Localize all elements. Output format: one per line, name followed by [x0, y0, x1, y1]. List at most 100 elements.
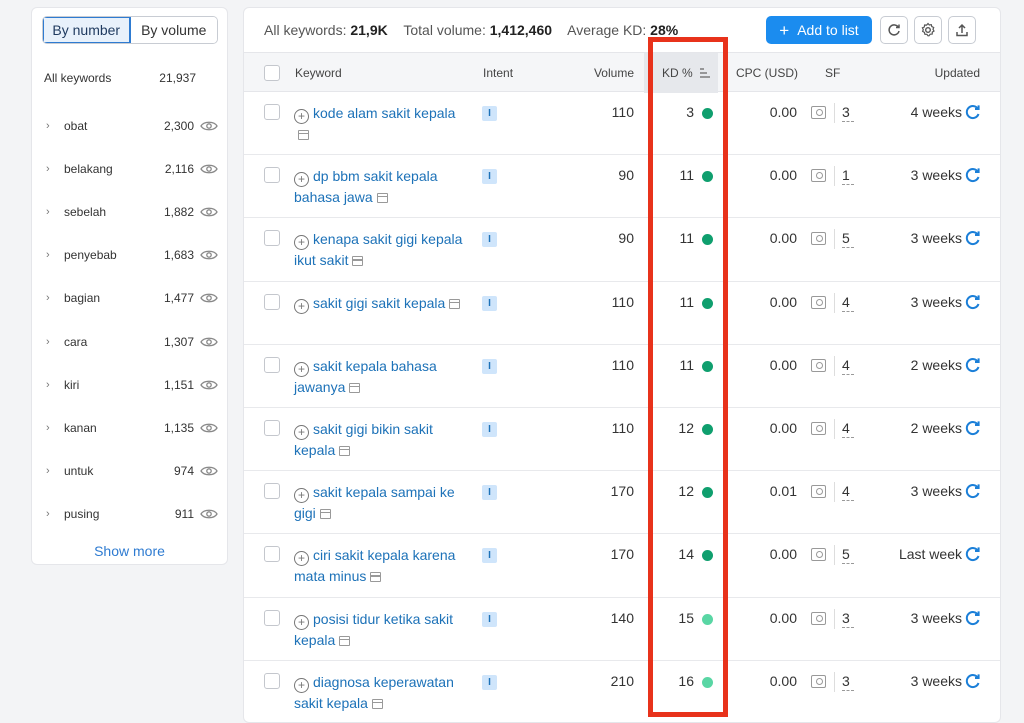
sort-icon[interactable] [699, 68, 711, 78]
keyword-group-item[interactable]: › belakang 2,116 [46, 147, 218, 190]
refresh-icon[interactable] [965, 420, 981, 436]
keyword-link[interactable]: kode alam sakit kepala [313, 105, 455, 121]
row-checkbox[interactable] [264, 419, 280, 436]
all-keywords-header[interactable]: All keywords 21,937 [44, 71, 196, 85]
serp-features-count[interactable]: 3 [842, 104, 854, 122]
keyword-group-item[interactable]: › untuk 974 [46, 450, 218, 493]
chevron-right-icon[interactable]: › [46, 206, 64, 218]
serp-features-count[interactable]: 5 [842, 546, 854, 565]
serp-snapshot-icon[interactable] [319, 509, 331, 520]
refresh-icon[interactable] [965, 230, 981, 246]
keyword-link[interactable]: sakit kepala bahasa jawanya [294, 358, 437, 395]
add-keyword-icon[interactable]: + [294, 677, 309, 693]
row-checkbox[interactable] [264, 546, 280, 563]
serp-snapshot-icon[interactable] [370, 572, 382, 583]
chevron-right-icon[interactable]: › [46, 163, 64, 175]
chevron-right-icon[interactable]: › [46, 336, 64, 348]
serp-features-count[interactable]: 4 [842, 294, 854, 312]
serp-snapshot-icon[interactable] [349, 382, 361, 393]
serp-features-count[interactable]: 1 [842, 167, 854, 186]
chevron-right-icon[interactable]: › [46, 465, 64, 477]
serp-snapshot-icon[interactable] [449, 298, 461, 309]
by-number-button[interactable]: By number [43, 17, 131, 43]
keyword-group-item[interactable]: › kiri 1,151 [46, 363, 218, 406]
serp-features-count[interactable]: 4 [842, 483, 854, 502]
keyword-group-item[interactable]: › kanan 1,135 [46, 406, 218, 449]
refresh-icon[interactable] [965, 546, 981, 562]
serp-features-count[interactable]: 5 [842, 230, 854, 249]
eye-icon[interactable] [200, 120, 218, 132]
refresh-button[interactable] [880, 16, 908, 44]
refresh-icon[interactable] [965, 483, 981, 499]
keyword-link[interactable]: dp bbm sakit kepala bahasa jawa [294, 168, 438, 205]
keyword-group-item[interactable]: › sebelah 1,882 [46, 190, 218, 233]
add-keyword-icon[interactable]: + [294, 424, 309, 440]
chevron-right-icon[interactable]: › [46, 422, 64, 434]
keyword-group-item[interactable]: › obat 2,300 [46, 104, 218, 147]
eye-icon[interactable] [200, 292, 218, 304]
refresh-icon[interactable] [965, 610, 981, 626]
row-checkbox[interactable] [264, 167, 280, 184]
refresh-icon[interactable] [965, 167, 981, 183]
row-checkbox[interactable] [264, 230, 280, 247]
keyword-group-item[interactable]: › bagian 1,477 [46, 277, 218, 320]
refresh-icon[interactable] [965, 357, 981, 373]
eye-icon[interactable] [200, 249, 218, 261]
eye-icon[interactable] [200, 379, 218, 391]
serp-snapshot-icon[interactable] [376, 193, 388, 204]
keyword-group-item[interactable]: › cara 1,307 [46, 320, 218, 363]
row-checkbox[interactable] [264, 483, 280, 500]
add-keyword-icon[interactable]: + [294, 235, 309, 251]
column-header-volume[interactable]: Volume [574, 53, 634, 93]
by-volume-button[interactable]: By volume [130, 17, 217, 43]
serp-snapshot-icon[interactable] [339, 635, 351, 646]
show-more-link[interactable]: Show more [32, 543, 227, 559]
eye-icon[interactable] [200, 422, 218, 434]
keyword-link[interactable]: sakit kepala sampai ke gigi [294, 484, 455, 521]
row-checkbox[interactable] [264, 609, 280, 626]
row-checkbox[interactable] [264, 104, 280, 120]
refresh-icon[interactable] [965, 673, 981, 689]
column-header-intent[interactable]: Intent [483, 53, 513, 93]
add-to-list-button[interactable]: + Add to list [766, 16, 872, 44]
keyword-link[interactable]: posisi tidur ketika sakit kepala [294, 611, 453, 648]
chevron-right-icon[interactable]: › [46, 508, 64, 520]
add-keyword-icon[interactable]: + [294, 109, 309, 124]
add-keyword-icon[interactable]: + [294, 172, 309, 188]
add-keyword-icon[interactable]: + [294, 361, 309, 377]
column-header-keyword[interactable]: Keyword [295, 53, 342, 93]
select-all-checkbox[interactable] [264, 65, 280, 81]
column-header-sf[interactable]: SF [825, 53, 840, 93]
keyword-link[interactable]: sakit gigi bikin sakit kepala [294, 421, 433, 458]
column-header-cpc[interactable]: CPC (USD) [732, 53, 798, 93]
add-keyword-icon[interactable]: + [294, 551, 309, 567]
add-keyword-icon[interactable]: + [294, 614, 309, 630]
add-keyword-icon[interactable]: + [294, 488, 309, 504]
serp-snapshot-icon[interactable] [339, 445, 351, 456]
keyword-link[interactable]: sakit gigi sakit kepala [313, 295, 445, 311]
refresh-icon[interactable] [965, 104, 981, 120]
eye-icon[interactable] [200, 465, 218, 477]
keyword-link[interactable]: kenapa sakit gigi kepala ikut sakit [294, 231, 462, 268]
serp-snapshot-icon[interactable] [371, 698, 383, 709]
serp-features-count[interactable]: 3 [842, 610, 854, 628]
row-checkbox[interactable] [264, 672, 280, 689]
column-header-updated[interactable]: Updated [904, 53, 980, 93]
row-checkbox[interactable] [264, 293, 280, 310]
serp-snapshot-icon[interactable] [298, 130, 309, 140]
settings-button[interactable] [914, 16, 942, 44]
serp-features-count[interactable]: 4 [842, 357, 854, 375]
column-header-kd[interactable]: KD % [644, 53, 718, 93]
export-button[interactable] [948, 16, 976, 44]
chevron-right-icon[interactable]: › [46, 249, 64, 261]
keyword-group-item[interactable]: › penyebab 1,683 [46, 234, 218, 277]
keyword-group-item[interactable]: › pusing 911 [46, 493, 218, 536]
eye-icon[interactable] [200, 336, 218, 348]
row-checkbox[interactable] [264, 356, 280, 373]
eye-icon[interactable] [200, 508, 218, 520]
chevron-right-icon[interactable]: › [46, 292, 64, 304]
eye-icon[interactable] [200, 163, 218, 175]
chevron-right-icon[interactable]: › [46, 379, 64, 391]
refresh-icon[interactable] [965, 294, 981, 310]
serp-snapshot-icon[interactable] [352, 256, 364, 267]
